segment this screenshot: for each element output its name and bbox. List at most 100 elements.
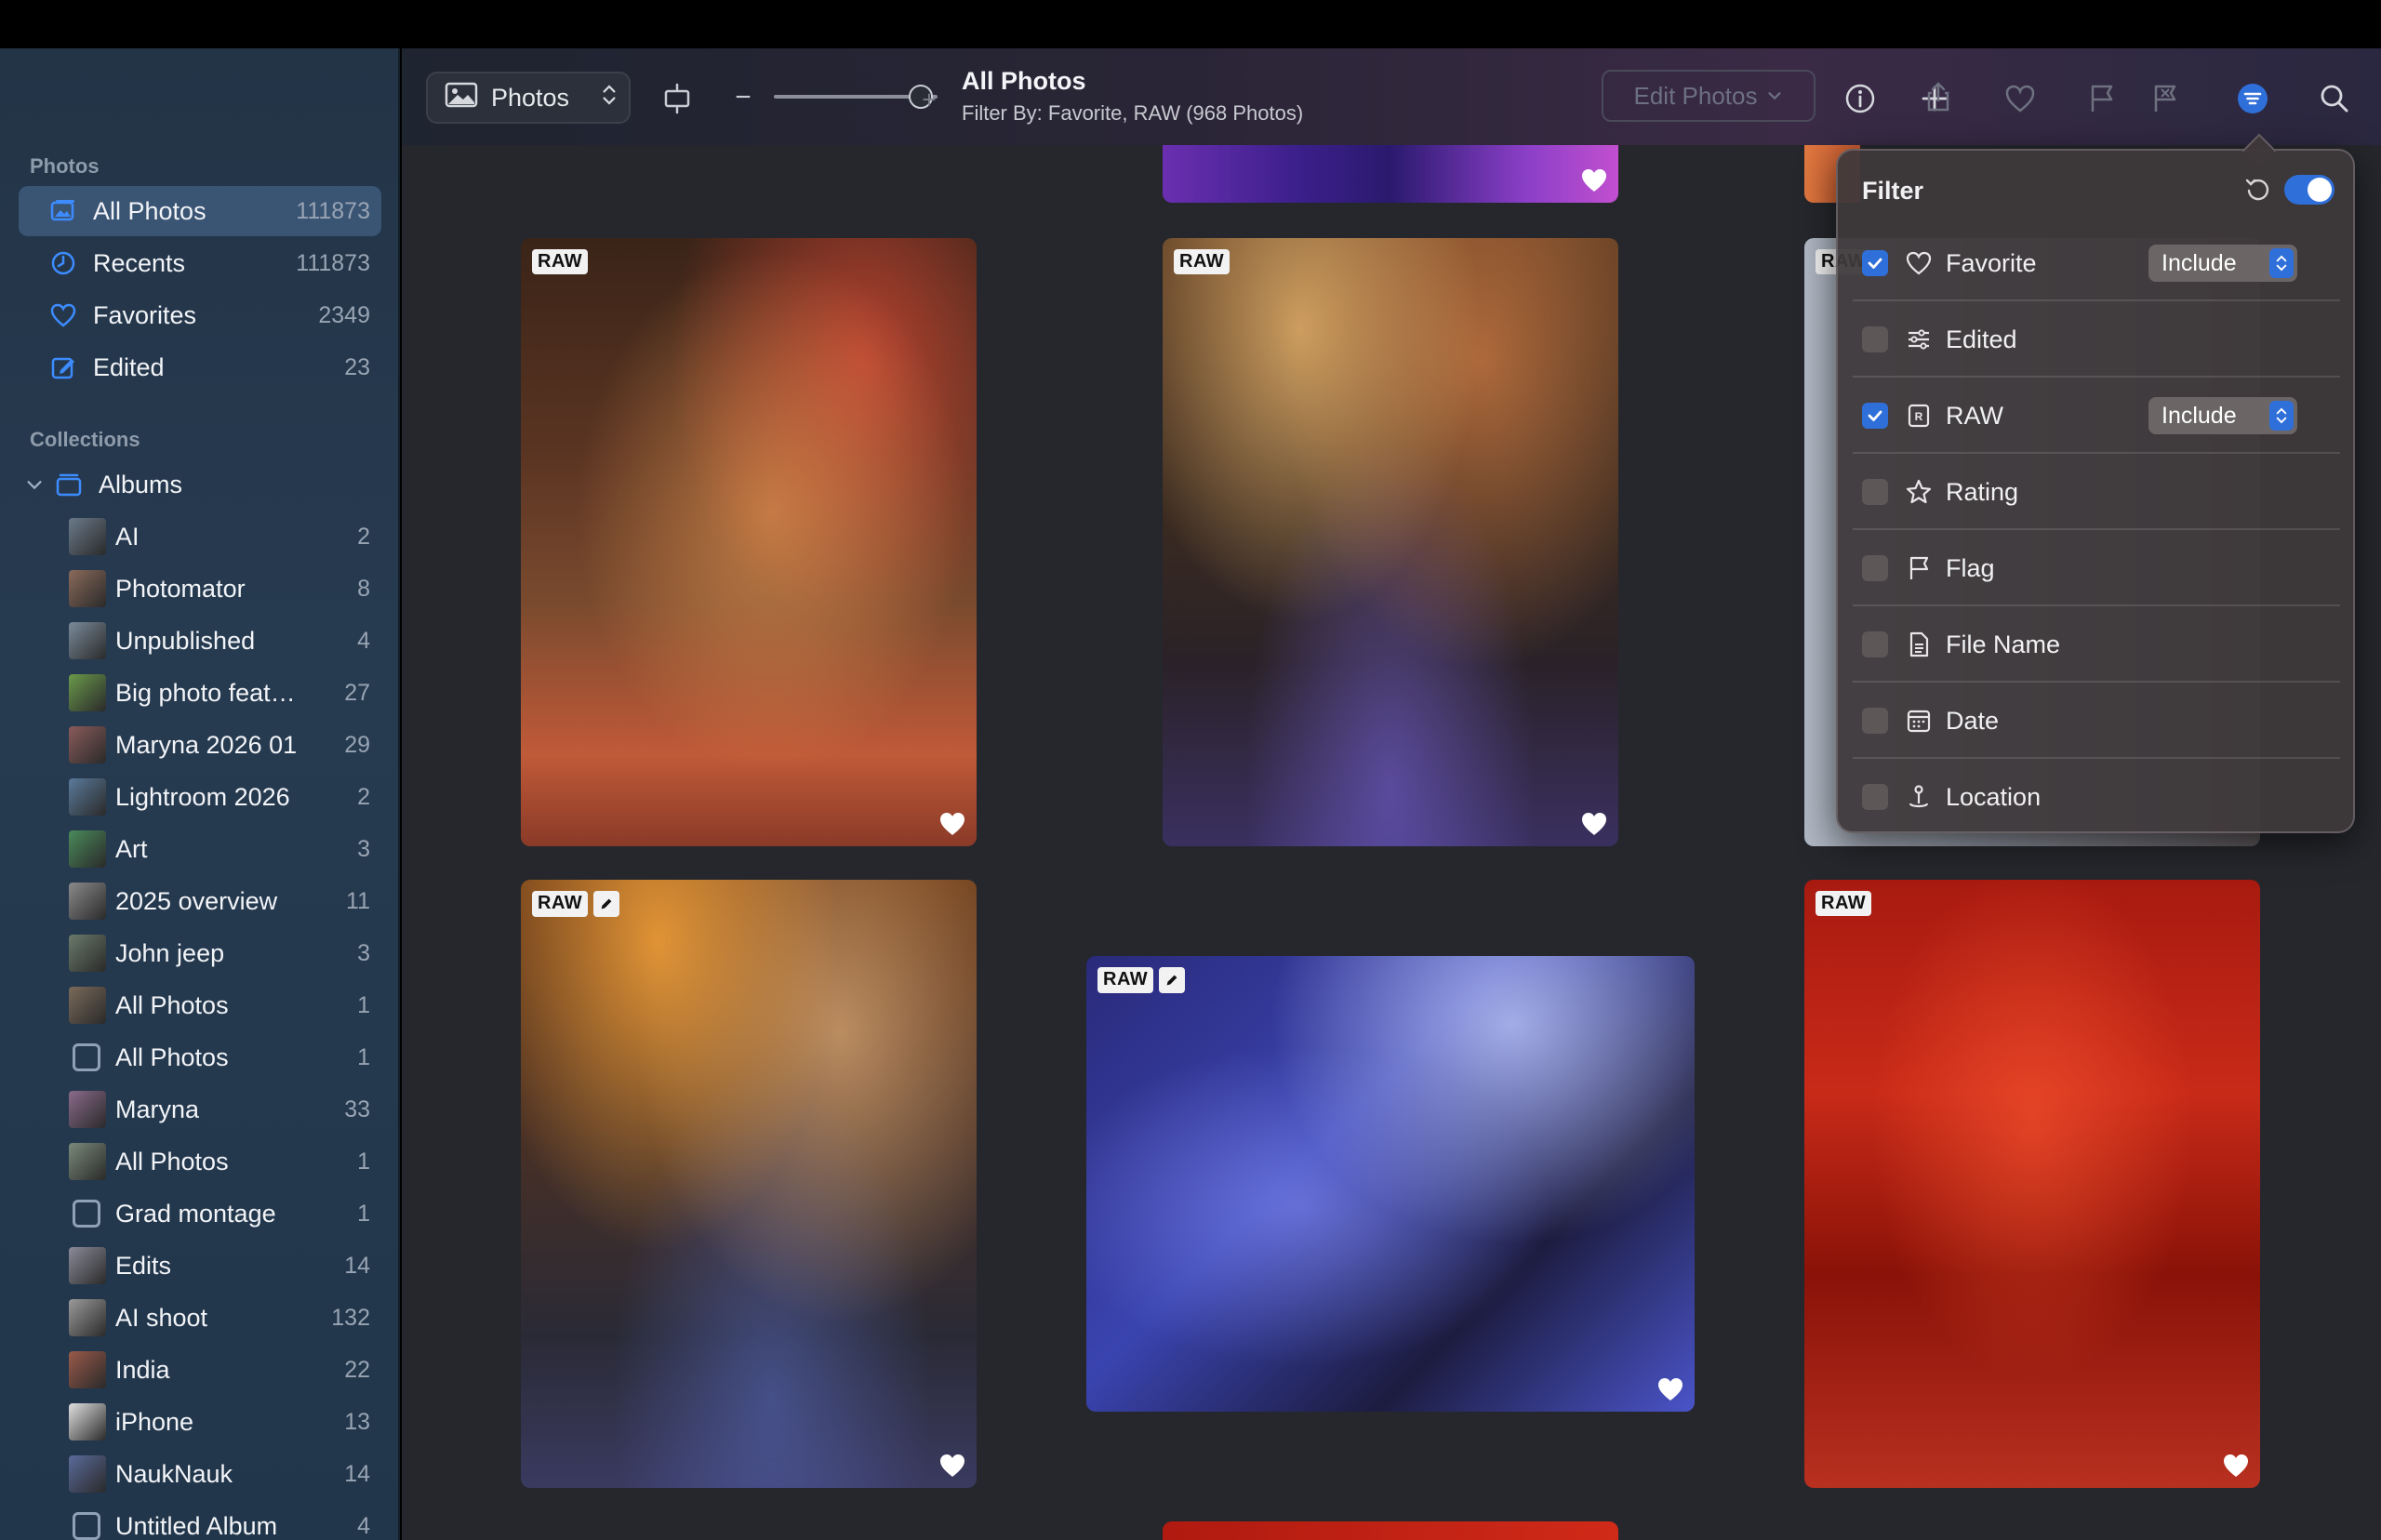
photo-badges: RAW xyxy=(1174,249,1230,274)
chevron-down-icon[interactable] xyxy=(24,474,47,495)
album-label: iPhone xyxy=(115,1407,194,1436)
info-button[interactable] xyxy=(1838,78,1882,123)
photo-thumbnail[interactable]: RAW xyxy=(521,238,977,846)
sidebar-item-albums[interactable]: Albums xyxy=(9,459,372,510)
favorite-heart-icon xyxy=(940,813,964,835)
reset-filter-button[interactable] xyxy=(2243,175,2273,209)
album-count: 1 xyxy=(357,1200,370,1227)
favorite-heart-icon xyxy=(1582,813,1606,835)
sidebar-album-item[interactable]: Edits 14 xyxy=(19,1241,381,1291)
search-button[interactable] xyxy=(2312,78,2357,123)
album-label: Maryna 2026 01 xyxy=(115,730,298,759)
zoom-out-button[interactable]: − xyxy=(729,82,757,113)
sidebar-album-item[interactable]: Photomator 8 xyxy=(19,564,381,614)
up-down-chevron-icon xyxy=(601,82,618,114)
album-label: AI shoot xyxy=(115,1303,208,1332)
sidebar-album-item[interactable]: India 22 xyxy=(19,1345,381,1395)
filter-checkbox[interactable] xyxy=(1862,784,1888,810)
sidebar-album-item[interactable]: John jeep 3 xyxy=(19,928,381,978)
filter-mode-select[interactable]: Include xyxy=(2148,245,2297,282)
filter-checkbox[interactable] xyxy=(1862,479,1888,505)
reject-flag-button[interactable] xyxy=(2143,78,2188,123)
filter-checkbox[interactable] xyxy=(1862,708,1888,734)
album-label: John jeep xyxy=(115,938,225,967)
sidebar-album-item[interactable]: All Photos 1 xyxy=(19,1032,381,1082)
up-down-chevron-icon xyxy=(2269,401,2294,431)
edited-icon xyxy=(1159,967,1186,993)
heart-icon xyxy=(2003,82,2037,120)
edited-icon xyxy=(593,891,620,917)
filter-checkbox[interactable] xyxy=(1862,631,1888,657)
sidebar-album-item[interactable]: AI shoot 132 xyxy=(19,1293,381,1343)
sidebar-album-item[interactable]: 2025 overview 11 xyxy=(19,876,381,926)
sidebar-album-item[interactable]: Unpublished 4 xyxy=(19,616,381,666)
menu-bar xyxy=(0,0,2381,48)
sidebar-album-item[interactable]: Art 3 xyxy=(19,824,381,874)
sidebar-album-item[interactable]: Lightroom 2026 2 xyxy=(19,772,381,822)
album-label: Untitled Album xyxy=(115,1511,278,1540)
sidebar-item-all-photos[interactable]: All Photos 111873 xyxy=(19,186,381,236)
album-count: 1 xyxy=(357,1148,370,1175)
checkmark-icon xyxy=(1868,258,1882,269)
library-selector-label: Photos xyxy=(491,83,570,112)
photo-badges: RAW xyxy=(532,891,620,917)
sidebar-item-recents[interactable]: Recents 111873 xyxy=(19,238,381,288)
filter-checkbox[interactable] xyxy=(1862,555,1888,581)
sidebar-album-item[interactable]: All Photos 1 xyxy=(19,980,381,1030)
filter-checkbox[interactable] xyxy=(1862,403,1888,429)
sidebar-item-edited[interactable]: Edited 23 xyxy=(19,342,381,392)
album-thumbnail xyxy=(69,726,106,763)
photo-library-icon xyxy=(48,196,78,226)
zoom-slider[interactable] xyxy=(774,85,938,109)
filter-checkbox[interactable] xyxy=(1862,250,1888,276)
aspect-ratio-button[interactable] xyxy=(655,78,699,123)
album-label: Big photo featur... xyxy=(115,678,305,707)
album-count: 4 xyxy=(357,1512,370,1539)
sidebar-album-item[interactable]: NaukNauk 14 xyxy=(19,1449,381,1499)
filter-label: Rating xyxy=(1946,477,2019,506)
sidebar-album-item[interactable]: iPhone 13 xyxy=(19,1397,381,1447)
album-thumbnail xyxy=(69,987,106,1024)
edit-photos-button[interactable]: Edit Photos xyxy=(1602,70,1816,122)
photo-thumbnail[interactable]: RAW xyxy=(1163,238,1618,846)
zoom-in-button[interactable]: + xyxy=(915,86,943,113)
photo-thumbnail[interactable]: RAW xyxy=(1086,956,1695,1412)
sidebar-album-item[interactable]: Untitled Album 4 xyxy=(19,1501,381,1540)
photo-thumbnail[interactable]: RAW xyxy=(521,880,977,1488)
filter-enabled-toggle[interactable] xyxy=(2284,175,2334,205)
favorite-button[interactable] xyxy=(1998,78,2042,123)
section-header-photos: Photos xyxy=(30,154,100,178)
location-icon xyxy=(1905,783,1933,811)
sidebar-album-item[interactable]: AI 2 xyxy=(19,511,381,562)
calendar-icon xyxy=(1905,707,1933,735)
sidebar-album-item[interactable]: Maryna 2026 01 29 xyxy=(19,720,381,770)
photo-thumbnail[interactable] xyxy=(1163,145,1618,203)
flag-button[interactable] xyxy=(2080,78,2124,123)
album-count: 14 xyxy=(344,1252,370,1279)
filter-mode-select[interactable]: Include xyxy=(2148,397,2297,434)
album-count: 29 xyxy=(344,731,370,758)
album-label: Unpublished xyxy=(115,626,256,655)
sidebar-album-item[interactable]: Maryna 33 xyxy=(19,1084,381,1135)
sidebar-album-item[interactable]: Big photo featur... 27 xyxy=(19,668,381,718)
photo-badges: RAW xyxy=(1816,891,1872,916)
albums-icon xyxy=(54,470,84,499)
photo-thumbnail[interactable]: RAW xyxy=(1804,880,2260,1488)
filter-row-flag: Flag xyxy=(1853,530,2340,606)
filter-button[interactable] xyxy=(2230,78,2275,123)
filter-checkbox[interactable] xyxy=(1862,326,1888,352)
sidebar-album-item[interactable]: All Photos 1 xyxy=(19,1136,381,1187)
clock-icon xyxy=(48,248,78,278)
album-count: 27 xyxy=(344,679,370,706)
toolbar: Photos − + All Photos Filter By: Favorit… xyxy=(402,48,2381,145)
album-count: 14 xyxy=(344,1460,370,1487)
share-button[interactable] xyxy=(1916,76,1961,121)
photo-thumbnail[interactable] xyxy=(1163,1521,1618,1540)
album-empty-icon xyxy=(73,1043,100,1071)
sidebar-item-count: 111873 xyxy=(296,197,370,224)
sidebar-album-item[interactable]: Grad montage 1 xyxy=(19,1188,381,1239)
section-header-collections: Collections xyxy=(30,428,140,451)
search-icon xyxy=(2318,82,2351,120)
sidebar-item-favorites[interactable]: Favorites 2349 xyxy=(19,290,381,340)
library-selector[interactable]: Photos xyxy=(426,72,631,124)
